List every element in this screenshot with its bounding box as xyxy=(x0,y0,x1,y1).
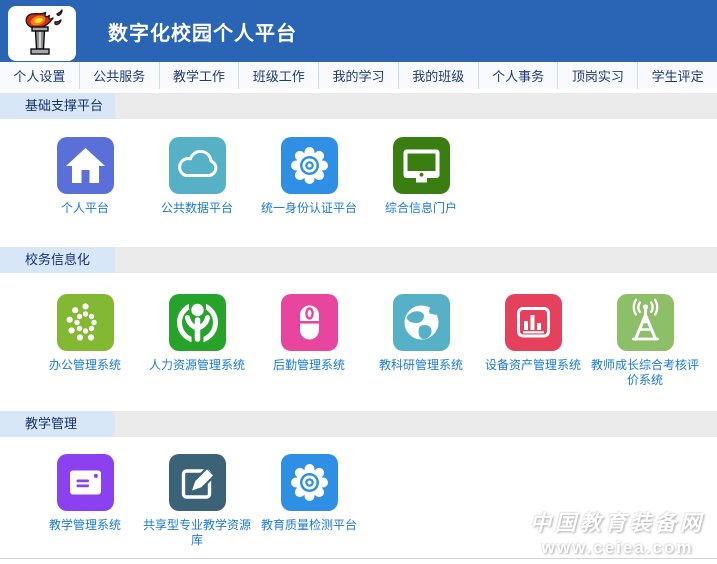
radio-tower-icon xyxy=(617,294,674,351)
tile-row-teaching-management: 教学管理系统 共享型专业教学资源库 xyxy=(0,437,717,555)
school-logo xyxy=(8,6,76,61)
tile-logistics-management[interactable]: 后勤管理系统 xyxy=(253,294,365,373)
tile-label: 公共数据平台 xyxy=(161,201,233,216)
bottom-divider xyxy=(0,558,717,559)
mouse-icon xyxy=(281,294,338,351)
bar-chart-icon xyxy=(505,294,562,351)
tab-personal-affairs[interactable]: 个人事务 xyxy=(479,62,559,89)
community-icon xyxy=(169,294,226,351)
tile-public-data-platform[interactable]: 公共数据平台 xyxy=(141,137,253,216)
section-title: 校务信息化 xyxy=(0,247,115,273)
section-title: 教学管理 xyxy=(0,411,115,437)
dots-burst-icon xyxy=(57,294,114,351)
tab-internship[interactable]: 顶岗实习 xyxy=(558,62,638,89)
tile-label: 个人平台 xyxy=(61,201,109,216)
tile-row-basic-platforms: 个人平台 公共数据平台 xyxy=(0,119,717,247)
tile-label: 教师成长综合考核评价系统 xyxy=(589,358,701,388)
tile-label: 办公管理系统 xyxy=(49,358,121,373)
tile-research-management[interactable]: 教科研管理系统 xyxy=(365,294,477,373)
tile-education-quality-monitor[interactable]: 教育质量检测平台 xyxy=(253,454,365,533)
tile-info-portal[interactable]: 综合信息门户 xyxy=(365,137,477,216)
app-header: 数字化校园个人平台 xyxy=(0,0,717,62)
tile-label: 综合信息门户 xyxy=(385,201,457,216)
tab-personal-settings[interactable]: 个人设置 xyxy=(0,62,80,89)
tile-asset-management[interactable]: 设备资产管理系统 xyxy=(477,294,589,373)
compose-icon xyxy=(169,454,226,511)
tile-personal-platform[interactable]: 个人平台 xyxy=(29,137,141,216)
section-title: 基础支撑平台 xyxy=(0,93,115,119)
tab-my-learning[interactable]: 我的学习 xyxy=(319,62,399,89)
globe-icon xyxy=(393,294,450,351)
tile-label: 共享型专业教学资源库 xyxy=(141,518,253,548)
section-header-school-affairs: 校务信息化 xyxy=(0,247,717,273)
tab-teaching-work[interactable]: 教学工作 xyxy=(160,62,240,89)
tab-class-work[interactable]: 班级工作 xyxy=(239,62,319,89)
tile-teaching-management-system[interactable]: 教学管理系统 xyxy=(29,454,141,533)
page-title: 数字化校园个人平台 xyxy=(108,17,297,46)
tile-label: 教科研管理系统 xyxy=(379,358,463,373)
tile-label: 教学管理系统 xyxy=(49,518,121,533)
tile-shared-teaching-resources[interactable]: 共享型专业教学资源库 xyxy=(141,454,253,548)
gear-icon xyxy=(281,137,338,194)
tile-office-management[interactable]: 办公管理系统 xyxy=(29,294,141,373)
home-icon xyxy=(57,137,114,194)
section-header-teaching-management: 教学管理 xyxy=(0,411,717,437)
tile-teacher-growth-evaluation[interactable]: 教师成长综合考核评价系统 xyxy=(589,294,701,388)
cloud-icon xyxy=(169,137,226,194)
tile-row-school-affairs: 办公管理系统 人力资源管理系统 后勤管理系统 xyxy=(0,273,717,411)
tile-label: 教育质量检测平台 xyxy=(261,518,357,533)
gear-icon xyxy=(281,454,338,511)
tile-label: 设备资产管理系统 xyxy=(485,358,581,373)
tile-label: 后勤管理系统 xyxy=(273,358,345,373)
tab-my-class[interactable]: 我的班级 xyxy=(399,62,479,89)
monitor-icon xyxy=(393,137,450,194)
message-card-icon xyxy=(57,454,114,511)
tile-label: 统一身份认证平台 xyxy=(261,201,357,216)
torch-icon xyxy=(17,9,67,57)
main-nav: 个人设置 公共服务 教学工作 班级工作 我的学习 我的班级 个人事务 顶岗实习 … xyxy=(0,62,717,93)
tab-student-evaluation[interactable]: 学生评定 xyxy=(638,62,717,89)
section-header-basic-platforms: 基础支撑平台 xyxy=(0,93,717,119)
tile-hr-management[interactable]: 人力资源管理系统 xyxy=(141,294,253,373)
tab-public-services[interactable]: 公共服务 xyxy=(80,62,160,89)
tile-unified-auth-platform[interactable]: 统一身份认证平台 xyxy=(253,137,365,216)
tile-label: 人力资源管理系统 xyxy=(149,358,245,373)
